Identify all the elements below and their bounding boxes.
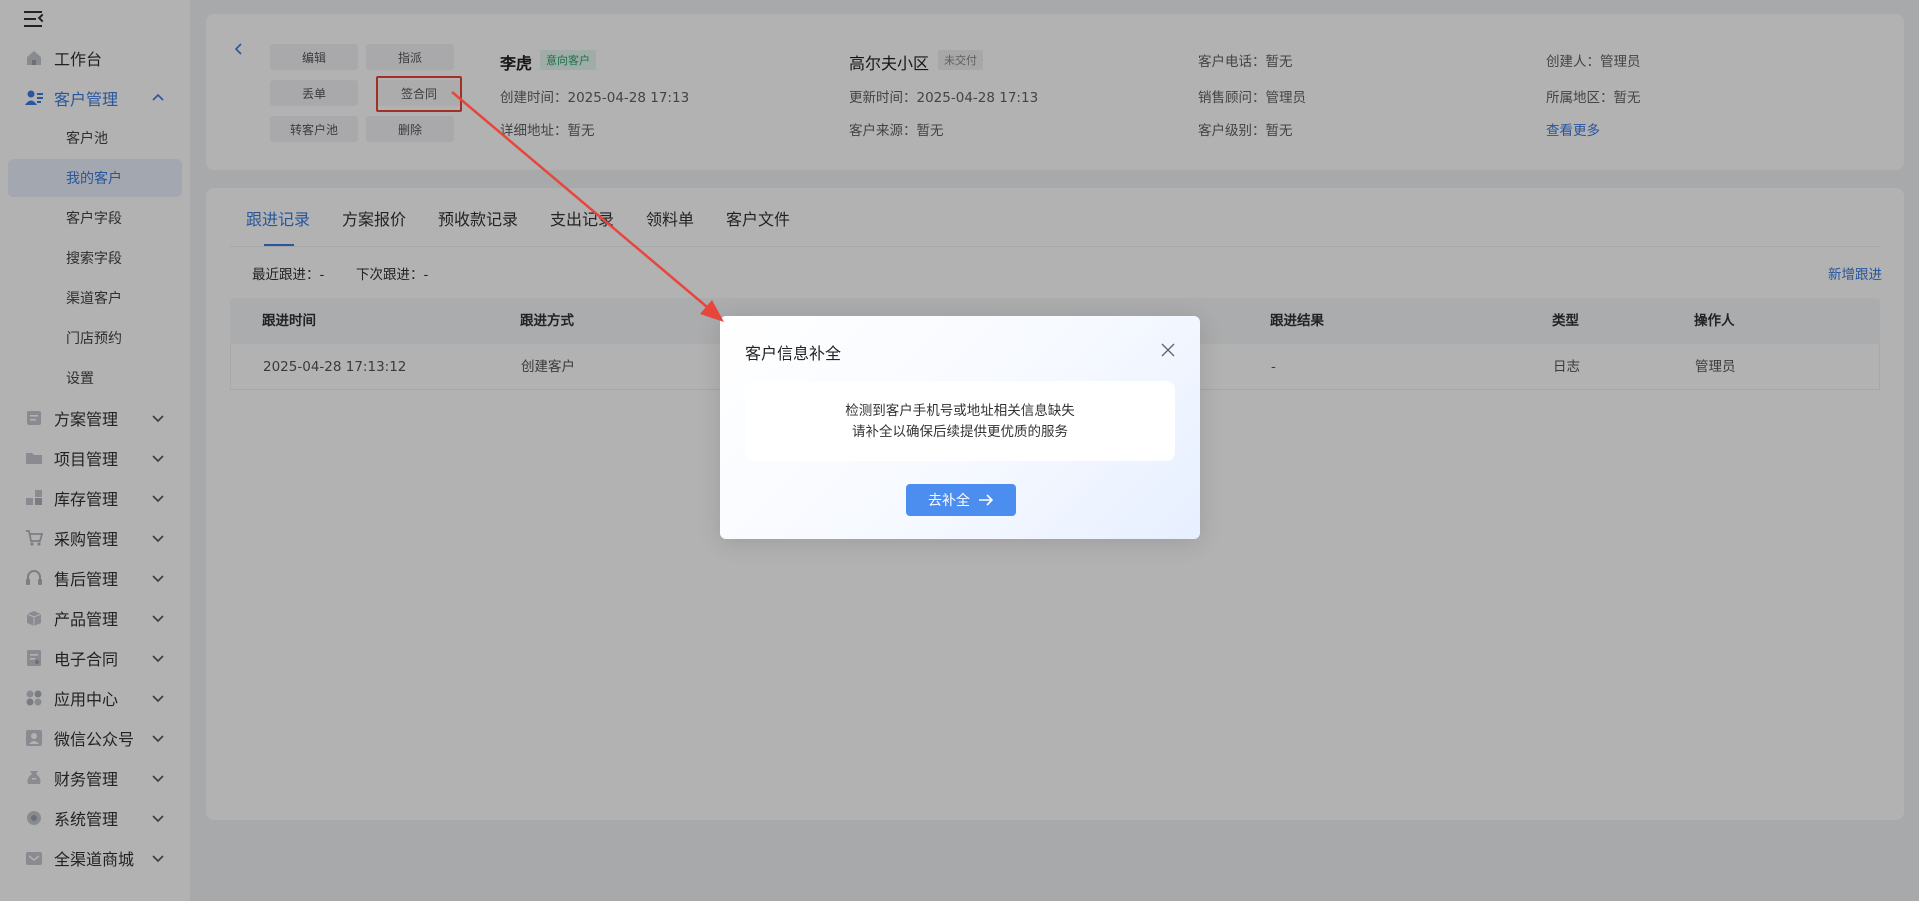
dialog-message: 检测到客户手机号或地址相关信息缺失 请补全以确保后续提供更优质的服务: [745, 381, 1175, 461]
arrow-right-icon: [979, 494, 994, 506]
info-completion-dialog: 客户信息补全 检测到客户手机号或地址相关信息缺失 请补全以确保后续提供更优质的服…: [720, 316, 1200, 539]
dialog-title: 客户信息补全: [745, 344, 842, 363]
go-complete-button[interactable]: 去补全: [906, 484, 1016, 516]
dialog-message-line: 检测到客户手机号或地址相关信息缺失: [845, 403, 1075, 419]
close-icon[interactable]: [1160, 342, 1176, 358]
dialog-message-line: 请补全以确保后续提供更优质的服务: [852, 424, 1068, 440]
go-complete-label: 去补全: [928, 492, 970, 508]
